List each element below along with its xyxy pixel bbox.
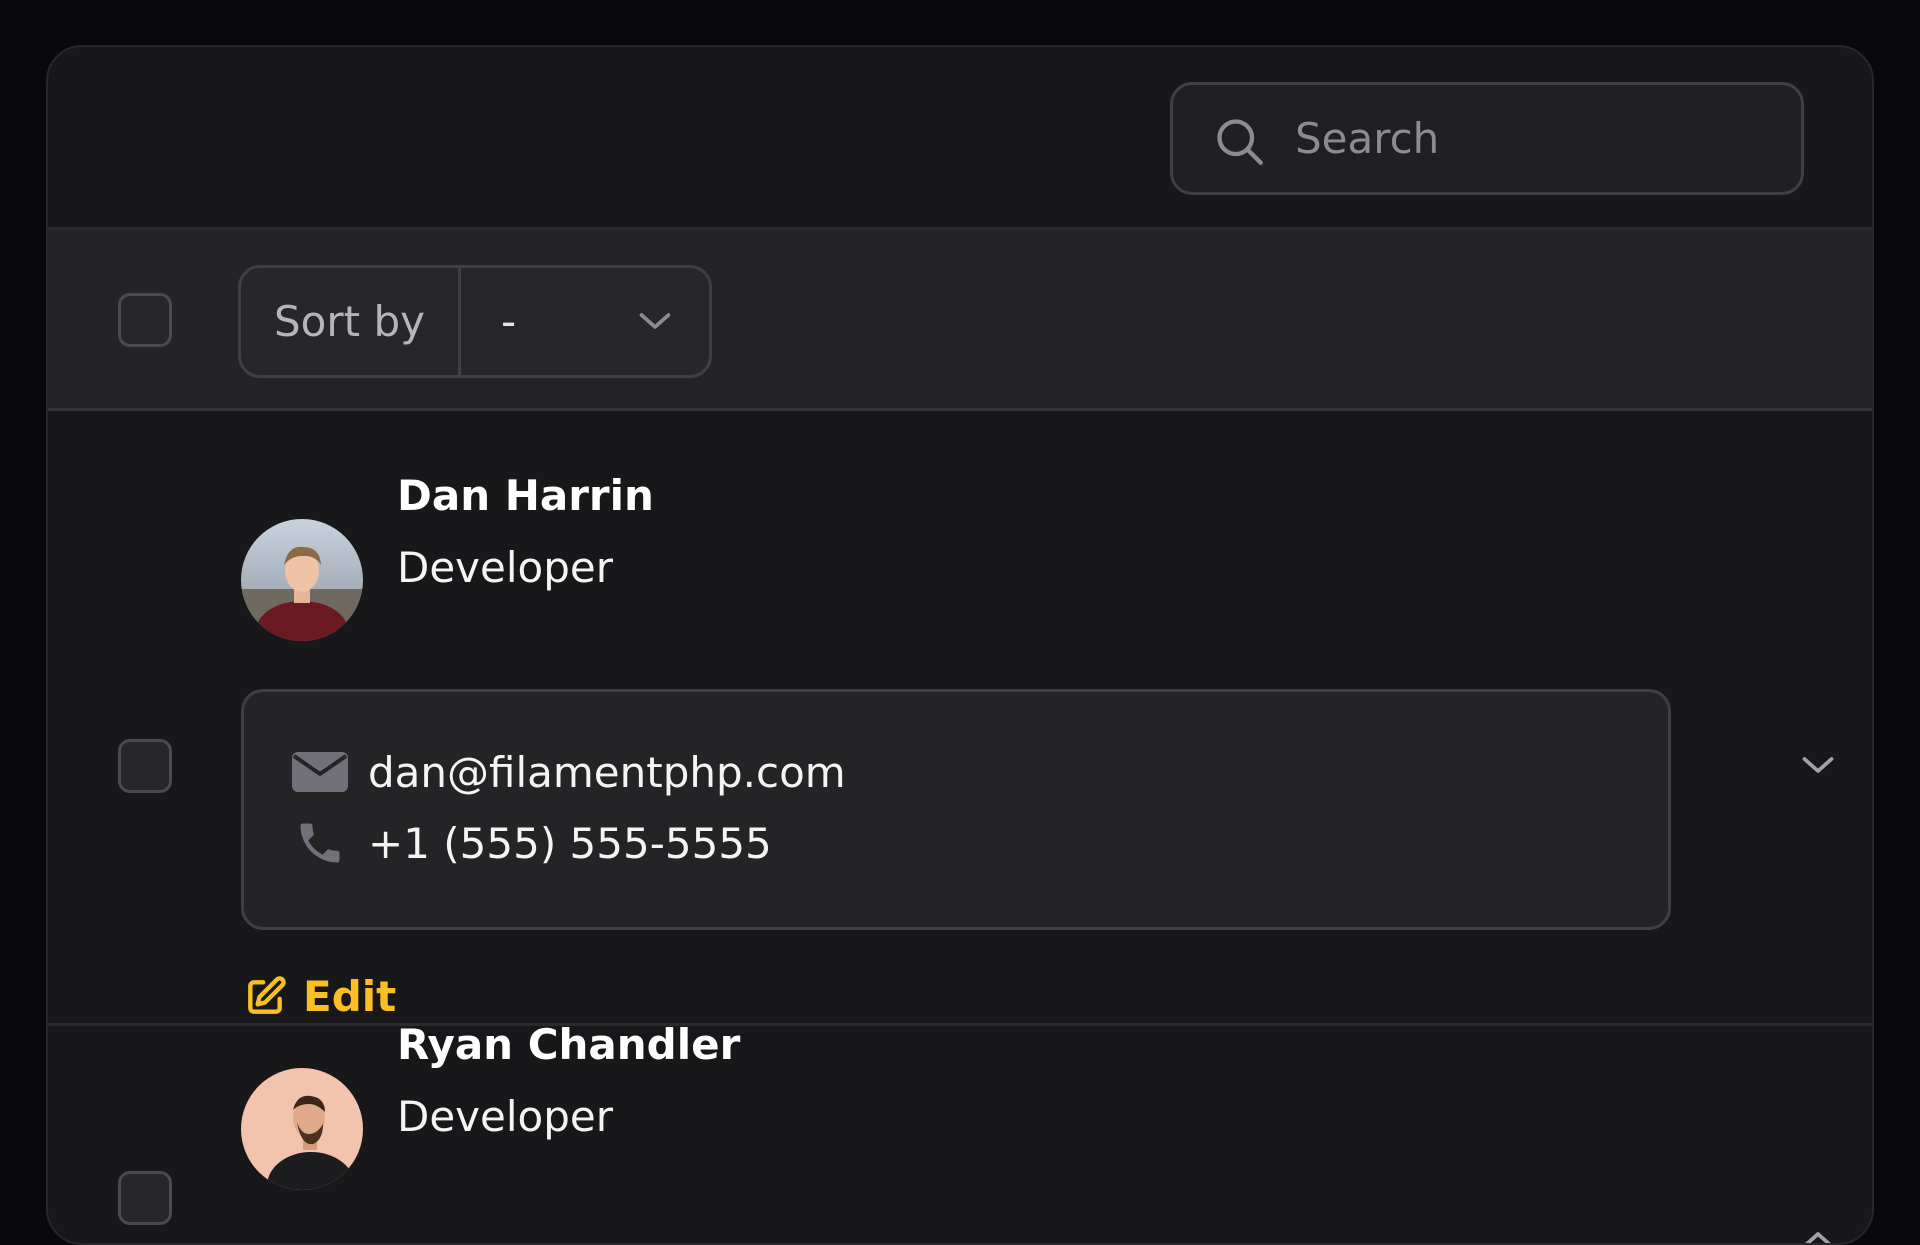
- person-role: Developer: [397, 543, 613, 592]
- email-line: dan@filamentphp.com: [292, 746, 846, 798]
- avatar: [241, 1068, 363, 1190]
- person-name: Dan Harrin: [397, 471, 654, 520]
- search-field[interactable]: [1170, 82, 1804, 195]
- envelope-icon: [292, 746, 348, 798]
- edit-label: Edit: [303, 972, 396, 1021]
- sort-select[interactable]: -: [461, 268, 709, 375]
- chevron-up-icon[interactable]: [1800, 1226, 1836, 1245]
- sort-label: Sort by: [241, 268, 461, 375]
- search-icon: [1213, 115, 1265, 167]
- table-toolbar: Sort by -: [48, 230, 1872, 411]
- person-name: Ryan Chandler: [397, 1020, 740, 1069]
- email-text[interactable]: dan@filamentphp.com: [368, 748, 846, 797]
- phone-line: +1 (555) 555-5555: [292, 817, 772, 869]
- contact-details: dan@filamentphp.com +1 (555) 555-5555: [241, 689, 1671, 930]
- edit-button[interactable]: Edit: [243, 972, 396, 1021]
- sort-control: Sort by -: [238, 265, 712, 378]
- search-input[interactable]: [1295, 85, 1775, 192]
- person-role: Developer: [397, 1092, 613, 1141]
- phone-text[interactable]: +1 (555) 555-5555: [368, 819, 772, 868]
- chevron-down-icon[interactable]: [1800, 751, 1836, 779]
- pencil-square-icon: [243, 975, 287, 1019]
- phone-icon: [292, 817, 348, 869]
- row-checkbox[interactable]: [118, 1171, 172, 1225]
- table-row: Dan Harrin Developer dan@filamentphp.com…: [48, 411, 1872, 1026]
- table-card: Sort by -: [46, 45, 1874, 1245]
- row-checkbox[interactable]: [118, 739, 172, 793]
- select-all-checkbox[interactable]: [118, 293, 172, 347]
- chevron-down-icon: [637, 306, 673, 336]
- sort-value: -: [501, 268, 516, 375]
- avatar: [241, 519, 363, 641]
- table-row: Ryan Chandler Developer: [48, 1026, 1872, 1245]
- table-header: [48, 47, 1872, 230]
